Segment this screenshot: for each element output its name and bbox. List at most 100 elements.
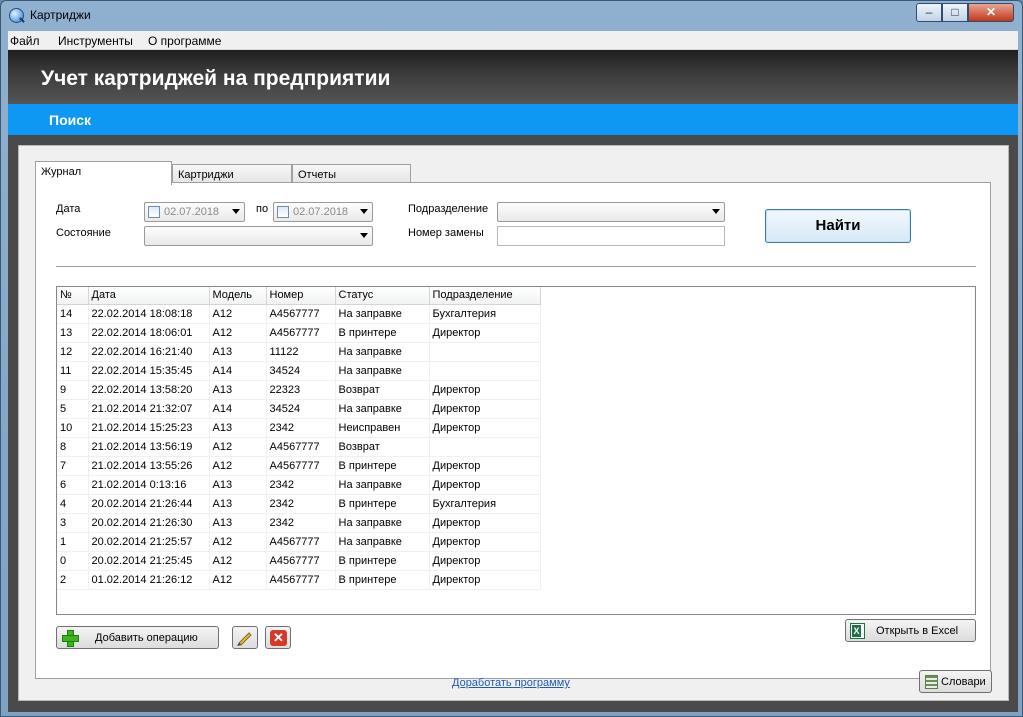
table-cell: A12 bbox=[209, 437, 267, 457]
table-cell: Директор bbox=[429, 570, 541, 590]
dictionaries-button[interactable]: Словари bbox=[919, 670, 992, 693]
table-cell: A4567777 bbox=[266, 551, 336, 571]
table-cell: В принтере bbox=[335, 494, 430, 514]
date-to-checkbox[interactable] bbox=[277, 206, 289, 218]
column-header[interactable]: Статус bbox=[335, 287, 430, 305]
table-row[interactable]: 7 21.02.2014 13:55:26 A12 A4567777 В принтер… bbox=[57, 456, 541, 476]
table-cell: В принтере bbox=[335, 456, 430, 476]
delete-icon: ✕ bbox=[270, 630, 287, 646]
plus-icon bbox=[61, 629, 79, 647]
table-cell: В принтере bbox=[335, 323, 430, 343]
dictionaries-label: Словари bbox=[941, 676, 986, 688]
menu-about[interactable]: О программе bbox=[148, 34, 221, 48]
edit-button[interactable] bbox=[232, 626, 258, 649]
table-row[interactable]: 14 22.02.2014 18:08:18 A12 A4567777 На запра… bbox=[57, 304, 541, 324]
menu-tools[interactable]: Инструменты bbox=[58, 34, 133, 48]
table-cell: Директор bbox=[429, 532, 541, 552]
table-cell: 2342 bbox=[266, 418, 336, 438]
table-cell: Возврат bbox=[335, 437, 430, 457]
find-button[interactable]: Найти bbox=[765, 209, 911, 243]
table-cell bbox=[429, 342, 541, 362]
table-cell: 20.02.2014 21:25:45 bbox=[88, 551, 210, 571]
table-cell: 22323 bbox=[266, 380, 336, 400]
improve-program-link[interactable]: Доработать программу bbox=[452, 677, 570, 689]
table-cell: 34524 bbox=[266, 399, 336, 419]
excel-icon bbox=[850, 623, 865, 639]
table-cell: Бухгалтерия bbox=[429, 304, 541, 324]
column-header[interactable]: № bbox=[57, 287, 89, 305]
table-row[interactable]: 5 21.02.2014 21:32:07 A14 34524 На заправке Д… bbox=[57, 399, 541, 419]
table-cell: 2342 bbox=[266, 513, 336, 533]
table-cell: 22.02.2014 18:08:18 bbox=[88, 304, 210, 324]
table-cell bbox=[429, 437, 541, 457]
table-cell: A12 bbox=[209, 304, 267, 324]
table-row[interactable]: 8 21.02.2014 13:56:19 A12 A4567777 Возврат bbox=[57, 437, 541, 457]
date-from-picker[interactable]: 02.07.2018 bbox=[144, 202, 245, 222]
journal-page: Дата 02.07.2018 по 02.07.2018 Состояние bbox=[35, 182, 991, 679]
table-cell: На заправке bbox=[335, 342, 430, 362]
delete-button[interactable]: ✕ bbox=[265, 626, 291, 649]
menu-bar: Файл Инструменты О программе bbox=[8, 31, 1018, 50]
table-row[interactable]: 13 22.02.2014 18:06:01 A12 A4567777 В принте… bbox=[57, 323, 541, 343]
close-button[interactable]: ✕ bbox=[968, 3, 1014, 22]
pencil-icon bbox=[237, 632, 252, 646]
table-cell: A12 bbox=[209, 551, 267, 571]
column-header[interactable]: Дата bbox=[88, 287, 210, 305]
tab-journal[interactable]: Журнал bbox=[35, 161, 172, 185]
table-row[interactable]: 11 22.02.2014 15:35:45 A14 34524 На заправке bbox=[57, 361, 541, 381]
table-cell: A13 bbox=[209, 380, 267, 400]
table-cell: На заправке bbox=[335, 304, 430, 324]
table-cell: 2 bbox=[57, 570, 89, 590]
table-cell: A4567777 bbox=[266, 304, 336, 324]
table-cell: 21.02.2014 13:56:19 bbox=[88, 437, 210, 457]
table-cell: 5 bbox=[57, 399, 89, 419]
menu-file[interactable]: Файл bbox=[10, 34, 40, 48]
table-row[interactable]: 3 20.02.2014 21:26:30 A13 2342 На заправке Ди… bbox=[57, 513, 541, 533]
column-header[interactable]: Подразделение bbox=[429, 287, 541, 305]
table-row[interactable]: 2 01.02.2014 21:26:12 A12 A4567777 В принтер… bbox=[57, 570, 541, 590]
table-cell: Директор bbox=[429, 513, 541, 533]
minimize-button[interactable]: – bbox=[916, 3, 942, 22]
table-cell: На заправке bbox=[335, 475, 430, 495]
bottom-border bbox=[8, 701, 1018, 712]
table-cell: A13 bbox=[209, 342, 267, 362]
section-title: Поиск bbox=[49, 112, 92, 128]
table-cell: 22.02.2014 16:21:40 bbox=[88, 342, 210, 362]
journal-table[interactable]: № Дата Модель Номер Статус Подразделение 14 22… bbox=[56, 286, 976, 615]
table-cell: 0 bbox=[57, 551, 89, 571]
replacement-number-input[interactable] bbox=[497, 226, 725, 246]
department-select[interactable] bbox=[497, 202, 725, 222]
table-cell: A4567777 bbox=[266, 532, 336, 552]
table-cell: 9 bbox=[57, 380, 89, 400]
table-cell: 13 bbox=[57, 323, 89, 343]
to-label: по bbox=[256, 203, 269, 215]
table-cell: Бухгалтерия bbox=[429, 494, 541, 514]
state-select[interactable] bbox=[144, 226, 373, 246]
title-bar[interactable]: Картриджи – □ ✕ bbox=[1, 1, 1022, 31]
table-cell: A13 bbox=[209, 494, 267, 514]
table-cell: A12 bbox=[209, 456, 267, 476]
maximize-button[interactable]: □ bbox=[942, 3, 968, 22]
window-client: Файл Инструменты О программе Учет картри… bbox=[8, 31, 1018, 712]
date-from-value: 02.07.2018 bbox=[164, 206, 220, 218]
date-from-checkbox[interactable] bbox=[148, 206, 160, 218]
column-header[interactable]: Номер bbox=[266, 287, 336, 305]
table-row[interactable]: 12 22.02.2014 16:21:40 A13 11122 На заправке bbox=[57, 342, 541, 362]
table-row[interactable]: 4 20.02.2014 21:26:44 A13 2342 В принтере Бух… bbox=[57, 494, 541, 514]
table-row[interactable]: 1 20.02.2014 21:25:57 A12 A4567777 На заправ… bbox=[57, 532, 541, 552]
table-cell: 14 bbox=[57, 304, 89, 324]
table-cell: 2342 bbox=[266, 475, 336, 495]
table-cell: 8 bbox=[57, 437, 89, 457]
table-cell: A14 bbox=[209, 399, 267, 419]
open-excel-label: Открыть в Excel bbox=[876, 625, 959, 637]
date-to-picker[interactable]: 02.07.2018 bbox=[273, 202, 373, 222]
main-panel: Журнал Картриджи Отчеты Дата 02.07.2018 … bbox=[18, 145, 1009, 701]
table-row[interactable]: 9 22.02.2014 13:58:20 A13 22323 Возврат Дирек… bbox=[57, 380, 541, 400]
table-row[interactable]: 6 21.02.2014 0:13:16 A13 2342 На заправке Дир… bbox=[57, 475, 541, 495]
table-row[interactable]: 10 21.02.2014 15:25:23 A13 2342 Неисправен Ди… bbox=[57, 418, 541, 438]
column-header[interactable]: Модель bbox=[209, 287, 267, 305]
table-row[interactable]: 0 20.02.2014 21:25:45 A12 A4567777 В принтер… bbox=[57, 551, 541, 571]
table-cell: 11122 bbox=[266, 342, 336, 362]
open-excel-button[interactable]: Открыть в Excel bbox=[845, 619, 976, 642]
add-operation-button[interactable]: Добавить операцию bbox=[56, 626, 219, 649]
